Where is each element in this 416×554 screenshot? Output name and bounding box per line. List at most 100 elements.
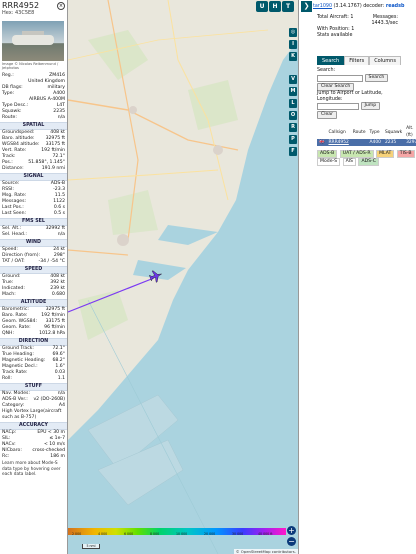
panel-tabs: Search Filters Columns: [317, 56, 416, 65]
decoder-link[interactable]: readsb: [386, 4, 405, 9]
table-header-row: Callsign Route Type Squawk Alt. (ft) Sp: [317, 125, 416, 139]
map-button-m[interactable]: M: [289, 87, 297, 96]
search-input[interactable]: [317, 74, 363, 82]
stat-row-4: Stats available: [299, 33, 416, 39]
map-attribution[interactable]: © OpenStreetMap contributors.: [233, 549, 298, 554]
scale-bar: 5 nmi: [82, 544, 100, 549]
map-view[interactable]: U H T ◎ I K V M L O R P F + − 2 000 4 00…: [68, 0, 298, 554]
legend-item: ADS-C: [358, 158, 379, 166]
clear-jump-button[interactable]: Clear: [317, 110, 338, 119]
column-header[interactable]: Route: [350, 125, 368, 139]
info-value: n/a: [57, 232, 65, 237]
column-header[interactable]: Callsign: [326, 125, 351, 139]
tab-search[interactable]: Search: [317, 56, 345, 65]
colorbar-label: 6 000: [124, 532, 134, 536]
tab-filters[interactable]: Filters: [344, 56, 370, 65]
callsign: RRR4952: [2, 1, 40, 10]
column-header[interactable]: Alt. (ft): [404, 125, 416, 139]
info-value: 0.5 s: [53, 211, 65, 216]
jump-button[interactable]: Jump: [360, 102, 381, 110]
legend-item: ADS-B: [317, 150, 338, 158]
colorbar-label: 10 000: [176, 532, 188, 536]
zoom-in-button[interactable]: +: [287, 526, 296, 535]
flag-icon: 🇬🇧: [317, 139, 327, 146]
info-value: 1012.8 hPa: [39, 331, 65, 336]
map-button-u[interactable]: U: [256, 1, 268, 12]
tab-columns[interactable]: Columns: [369, 56, 401, 65]
search-controls: Search: Search Clear Search Jump to Airp…: [299, 65, 416, 119]
column-header[interactable]: [317, 125, 327, 139]
colorbar-label: 2 000: [72, 532, 82, 536]
jump-input[interactable]: [317, 102, 359, 110]
colorbar-label: 8 000: [150, 532, 160, 536]
legend-item: MLAT: [376, 150, 395, 158]
info-row: High Vortex Large(aircraft such as B-757…: [0, 409, 67, 421]
aircraft-photo[interactable]: [2, 21, 64, 61]
legend-item: TIS-B: [396, 150, 415, 158]
info-footer: Learn more about Mode-S data type by hov…: [2, 461, 61, 477]
map-button-v[interactable]: V: [289, 75, 297, 84]
map-button-h[interactable]: H: [269, 1, 281, 12]
map-button-k[interactable]: K: [289, 52, 297, 61]
info-key: Route:: [2, 115, 17, 120]
section-header: SPATIAL: [0, 122, 67, 130]
map-button-i[interactable]: I: [289, 40, 297, 49]
toggle-layers-icon[interactable]: ◎: [289, 28, 297, 37]
cell-route: [350, 139, 368, 146]
info-value: -34 / -54 °C: [38, 259, 65, 264]
zoom-out-button[interactable]: −: [287, 537, 296, 546]
column-header[interactable]: Type: [367, 125, 383, 139]
section-header: WIND: [0, 239, 67, 247]
photo-credit[interactable]: Image © Nicolas Reibenmund / Jetphotos: [0, 62, 67, 70]
info-key: QNH:: [2, 331, 15, 336]
version-bar: ❯ tar1090 (3.14.1767) decoder: readsb: [299, 0, 416, 12]
info-key: Last Seen:: [2, 211, 27, 216]
stats-link[interactable]: Stats available: [317, 33, 352, 39]
info-sections: SPATIAL Groundspeed: 408 kt Baro. altitude:…: [0, 122, 67, 460]
info-key: Roll:: [2, 376, 12, 381]
map-button-f[interactable]: F: [289, 147, 297, 156]
legend-item: Mode-S: [317, 158, 341, 166]
info-value: 191.9 nmi: [41, 166, 65, 171]
info-value: 0.680: [51, 292, 65, 297]
table-row[interactable]: 🇬🇧 RRR4952 A400 2235 32975 4: [317, 139, 416, 146]
info-row: Route: n/a: [0, 115, 67, 121]
section-header: SIGNAL: [0, 173, 67, 181]
info-row: QNH: 1012.8 hPa: [0, 331, 67, 337]
map-canvas[interactable]: [68, 0, 298, 554]
map-button-l[interactable]: L: [289, 99, 297, 108]
version-string: (3.14.1767) decoder:: [332, 3, 386, 9]
colorbar-label: 4 000: [98, 532, 108, 536]
map-button-o[interactable]: O: [289, 111, 297, 120]
map-button-p[interactable]: P: [289, 135, 297, 144]
info-value: 1.1: [57, 376, 65, 381]
info-key: Type:: [2, 91, 15, 96]
cell-callsign: RRR4952: [326, 139, 351, 146]
cell-altitude: 32975: [404, 139, 416, 146]
section-header: DIRECTION: [0, 338, 67, 346]
section-header: ALTITUDE: [0, 299, 67, 307]
close-icon[interactable]: ×: [57, 2, 65, 10]
info-key: TAT / OAT:: [2, 259, 25, 264]
search-button[interactable]: Search: [364, 74, 389, 82]
tar1090-link[interactable]: tar1090: [313, 4, 332, 9]
info-key: Rc:: [2, 454, 10, 459]
aircraft-list-panel: ❯ tar1090 (3.14.1767) decoder: readsb To…: [298, 0, 416, 554]
column-header[interactable]: Squawk: [382, 125, 405, 139]
colorbar-label: 20 000: [204, 532, 216, 536]
aircraft-info-panel: RRR4952 Hex: 43C5E8 × Image © Nicolas Re…: [0, 0, 68, 554]
cell-type: A400: [367, 139, 383, 146]
info-header: RRR4952 Hex: 43C5E8 ×: [0, 0, 67, 20]
collapse-arrow-icon[interactable]: ❯: [301, 0, 312, 12]
clear-search-button[interactable]: Clear Search: [317, 82, 355, 91]
registration-block: Reg.: ZM416 United Kingdom DB flags: militar…: [0, 73, 67, 121]
aircraft-table: Callsign Route Type Squawk Alt. (ft) Sp …: [317, 125, 416, 146]
legend-item: AIS: [342, 158, 356, 166]
legend-item: UAT / ADS-R: [339, 150, 374, 158]
section-header: ACCURACY: [0, 422, 67, 430]
altitude-colorbar: 2 000 4 000 6 000 8 000 10 000 20 000 30…: [68, 528, 286, 536]
map-button-r[interactable]: R: [289, 123, 297, 132]
map-button-t[interactable]: T: [282, 1, 294, 12]
version-text: tar1090 (3.14.1767) decoder: readsb: [313, 4, 404, 9]
info-row: Sel. Head.: n/a: [0, 232, 67, 238]
